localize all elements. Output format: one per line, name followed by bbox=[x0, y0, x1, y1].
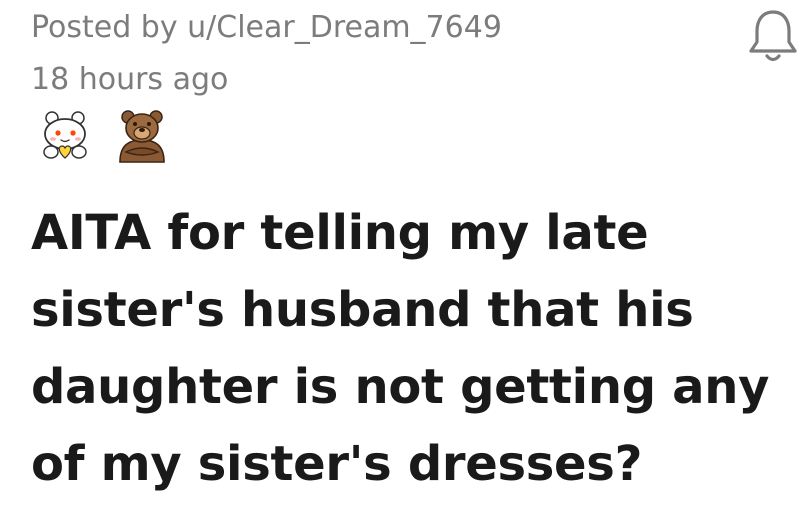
post-timestamp: 18 hours ago bbox=[31, 62, 229, 97]
awards-row bbox=[38, 108, 170, 164]
post-title[interactable]: AITA for telling my late sister's husban… bbox=[31, 195, 791, 503]
bell-icon bbox=[749, 10, 797, 62]
wholesome-award[interactable] bbox=[38, 108, 94, 164]
post-title-line: sister's husband that his bbox=[31, 282, 694, 338]
post-title-line: of my sister's dresses? bbox=[31, 436, 643, 492]
post-title-line: AITA for telling my late bbox=[31, 205, 649, 261]
notification-bell-button[interactable] bbox=[748, 6, 798, 66]
post-author-line[interactable]: Posted by u/Clear_Dream_7649 bbox=[31, 8, 502, 48]
bear-award[interactable] bbox=[114, 108, 170, 164]
wholesome-award-icon bbox=[43, 111, 87, 159]
bear-award-icon bbox=[119, 110, 165, 163]
post-title-line: daughter is not getting any bbox=[31, 359, 770, 415]
